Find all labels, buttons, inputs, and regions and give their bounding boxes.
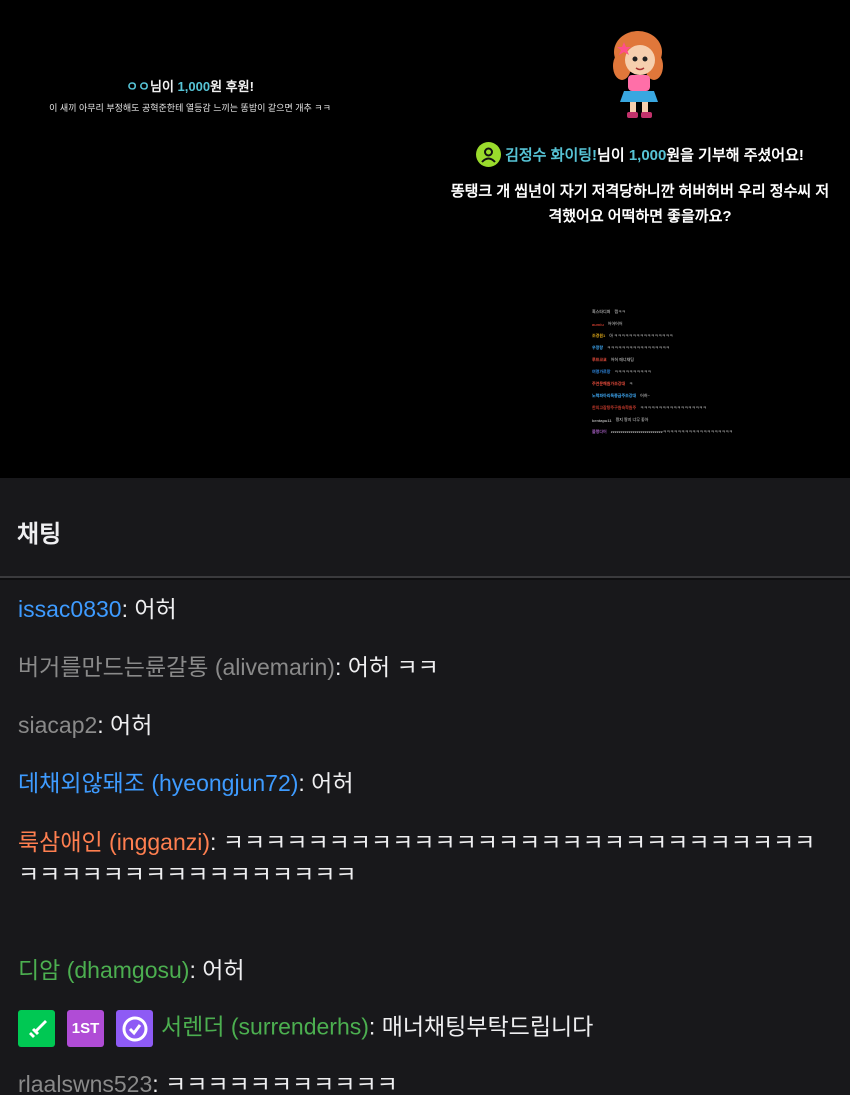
overlay-chat-user: 우정랑 [592,345,604,350]
chat-username[interactable]: rlaalswns523 [18,1071,152,1095]
overlay-chat-user: 블랭다어 [592,429,607,434]
stream-chat-overlay: 흑스타디퍼 캠ㅋㅋ aumiu 어어어어 조경원1 아 ㅋㅋㅋㅋㅋㅋㅋㅋㅋㅋㅋㅋㅋㅋㅋㅋ 우… [592,306,782,438]
stream-player[interactable]: ㅇㅇ님이 1,000원 후원! 이 새끼 아무리 부정해도 공혁준한테 열등감 … [0,0,850,478]
donor-name: ㅇㅇ [126,79,150,94]
overlay-chat-user: 조경원1 [592,333,606,338]
chat-text: : 어허 [189,957,245,983]
user-icon [476,142,502,167]
overlay-chat-row: 노력파아리독종금주조강대 어허~ [592,390,782,402]
chat-message: rlaalswns523: ㅋㅋㅋㅋㅋㅋㅋㅋㅋㅋㅋ [18,1068,833,1095]
sword-badge-icon[interactable] [18,1010,55,1047]
overlay-chat-row: 흑스타디퍼 캠ㅋㅋ [592,306,782,318]
overlay-chat-row: 조경원1 아 ㅋㅋㅋㅋㅋㅋㅋㅋㅋㅋㅋㅋㅋㅋㅋㅋ [592,330,782,342]
chat-message: issac0830: 어허 [18,593,833,625]
overlay-chat-row: 루프코쿄 어허 매너채팅 [592,354,782,366]
chat-message: 1ST 서렌더 (surrenderhs): 매너채팅부탁드립니다 [18,1010,833,1047]
chat-text: : 어허 ㅋㅋ [334,654,439,680]
chat-message: 디암 (dhamgosu): 어허 [18,954,833,986]
chat-text: : 어허 [121,596,177,622]
chat-username[interactable]: 데채외않돼조 (hyeongjun72) [18,770,298,796]
donation-text: 님이 [597,147,629,164]
overlay-chat-text: ㅋㅋㅋㅋㅋㅋㅋㅋㅋㅋㅋㅋㅋㅋㅋㅋㅋ [607,345,670,350]
overlay-chat-user: 루프코쿄 [592,357,607,362]
mascot-character-icon [613,31,663,118]
overlay-chat-text: 짱지 짱지 너무 좋아 [615,417,649,422]
overlay-chat-text: 아 ㅋㅋㅋㅋㅋㅋㅋㅋㅋㅋㅋㅋㅋㅋㅋㅋ [609,333,673,338]
first-badge-label: 1ST [71,1019,100,1037]
chat-username[interactable]: 버거를만드는륜갈통 (alivemarin) [18,654,335,680]
chat-username[interactable]: issac0830 [18,596,122,622]
donation-suffix: 원을 기부해 주셨어요! [666,147,804,164]
overlay-chat-row: aumiu 어어어어 [592,318,782,330]
user-badges: 1ST [18,1010,153,1047]
overlay-chat-row: kentapu11 짱지 짱지 너무 좋아 [592,414,782,426]
overlay-chat-text: 어허~ [640,393,650,398]
chat-text: : 매너채팅부탁드립니다 [368,1013,594,1040]
overlay-chat-row: 주연문해원가조강대 ㅋ [592,378,782,390]
overlay-chat-text: zzzzzzzzzzzzzzzzzzzzzzzzzzㅋㅋㅋㅋㅋㅋㅋㅋㅋㅋㅋㅋㅋㅋ… [610,429,733,434]
overlay-chat-row: 우정랑 ㅋㅋㅋㅋㅋㅋㅋㅋㅋㅋㅋㅋㅋㅋㅋㅋㅋ [592,342,782,354]
chat-username[interactable]: siacap2 [18,712,97,738]
donation-alert-title: 김정수 화이팅!님이 1,000원을 기부해 주셨어요! [430,142,850,167]
donation-alert-right: 김정수 화이팅!님이 1,000원을 기부해 주셨어요! 똥탱크 개 씹년이 자… [430,142,850,229]
overlay-chat-user: 여명가르망 [592,369,611,374]
overlay-chat-user: 주연문해원가조강대 [592,381,626,386]
chat-message: siacap2: 어허 [18,709,833,741]
first-sub-badge-icon[interactable]: 1ST [67,1010,104,1047]
overlay-chat-text: ㅋ [629,381,633,386]
donation-amount: 1,000 [628,147,667,164]
donation-alert-title: ㅇㅇ님이 1,000원 후원! [0,76,380,95]
chat-username[interactable]: 서렌더 (surrenderhs) [161,1014,369,1040]
overlay-chat-text: ㅋㅋㅋㅋㅋㅋㅋㅋㅋㅋㅋㅋㅋㅋㅋㅋㅋㅋ [640,405,707,410]
overlay-chat-row: 여명가르망 ㅋㅋㅋㅋㅋㅋㅋㅋㅋㅋ [592,366,782,378]
chat-header: 채팅 [0,478,850,578]
chat-text: : 어허 [97,712,153,738]
verified-badge-icon[interactable] [116,1010,153,1047]
overlay-chat-text: 어어어어 [607,321,623,326]
overlay-chat-text: ㅋㅋㅋㅋㅋㅋㅋㅋㅋㅋ [614,369,652,374]
chat-message-list[interactable]: issac0830: 어허 버거를만드는륜갈통 (alivemarin): 어허 … [0,580,850,1095]
chat-username[interactable]: 디암 (dhamgosu) [18,957,189,983]
overlay-chat-user: 한의고잡탕주구원숙학원주 [592,405,637,410]
donation-message: 똥탱크 개 씹년이 자기 저격당하니깐 허버허버 우리 정수씨 저격했어요 어떡… [450,183,830,225]
donation-suffix: 원 후원! [210,79,254,94]
overlay-chat-user: aumiu [592,321,604,327]
chat-title: 채팅 [17,521,62,548]
overlay-chat-text: 어허 매너채팅 [610,357,634,362]
chat-message: 룩삼애인 (ingganzi): ㅋㅋㅋㅋㅋㅋㅋㅋㅋㅋㅋㅋㅋㅋㅋㅋㅋㅋㅋㅋㅋㅋㅋ… [18,826,833,890]
donation-text: 님이 [150,79,178,94]
chat-username[interactable]: 룩삼애인 (ingganzi) [18,829,210,855]
donation-message: 이 새끼 아무리 부정해도 공혁준한테 열등감 느끼는 똥밥이 같으면 개추 ㅋ… [49,103,331,113]
chat-message: 데채외않돼조 (hyeongjun72): 어허 [18,767,833,799]
chat-message: 버거를만드는륜갈통 (alivemarin): 어허 ㅋㅋ [18,651,833,683]
overlay-chat-user: kentapu11 [592,417,612,423]
overlay-chat-row: 블랭다어 zzzzzzzzzzzzzzzzzzzzzzzzzzㅋㅋㅋㅋㅋㅋㅋㅋㅋㅋ… [592,426,782,438]
overlay-chat-user: 흑스타디퍼 [592,309,611,314]
chat-text: : 어허 [298,770,354,796]
overlay-chat-text: 캠ㅋㅋ [614,309,626,314]
chat-text: : ㅋㅋㅋㅋㅋㅋㅋㅋㅋㅋㅋ [152,1071,398,1095]
overlay-chat-row: 한의고잡탕주구원숙학원주 ㅋㅋㅋㅋㅋㅋㅋㅋㅋㅋㅋㅋㅋㅋㅋㅋㅋㅋ [592,402,782,414]
donation-alert-left: ㅇㅇ님이 1,000원 후원! 이 새끼 아무리 부정해도 공혁준한테 열등감 … [0,76,380,114]
donation-amount: 1,000 [177,79,211,94]
overlay-chat-user: 노력파아리독종금주조강대 [592,393,637,398]
donor-name: 김정수 화이팅! [505,147,598,164]
